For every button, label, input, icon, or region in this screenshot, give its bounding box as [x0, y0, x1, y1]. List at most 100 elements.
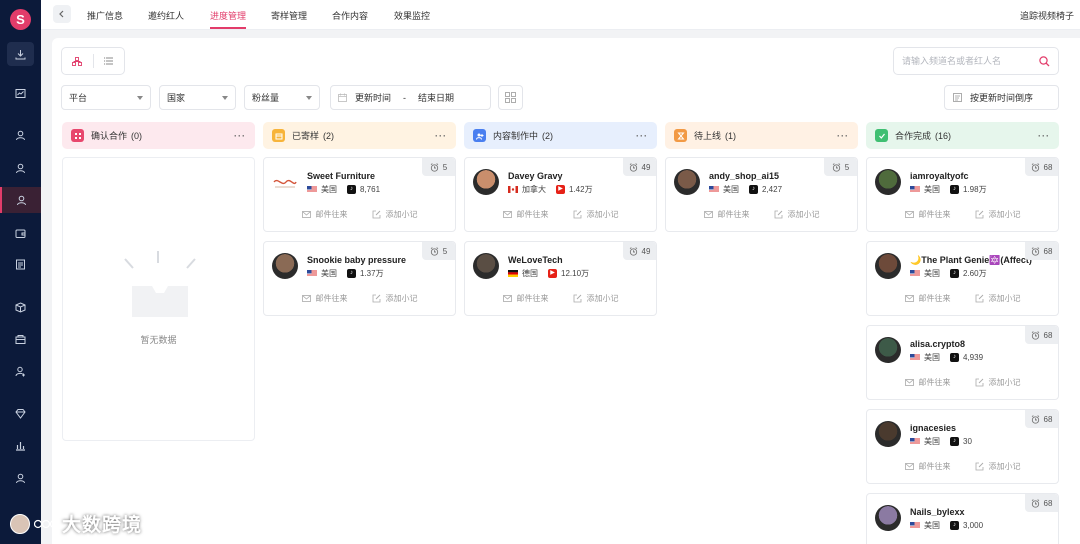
sidebar-item-user-settings[interactable]	[0, 358, 41, 384]
sidebar-item-diamond[interactable]	[0, 400, 41, 426]
column-confirmed: 确认合作 (0) ··· 暂无数据	[62, 122, 255, 441]
influencer-card[interactable]: 🌙The Plant Genie🔯(Affect) 美国 ♪ 2.60万 68 邮件往来 添…	[866, 241, 1059, 316]
mail-history-button[interactable]: 邮件往来	[703, 209, 750, 220]
influencer-card[interactable]: alisa.crypto8 美国 ♪ 4,939 68 邮件往来 添加小记	[866, 325, 1059, 400]
mail-icon	[904, 295, 914, 302]
influencer-card[interactable]: WeLoveTech 德国 ▶ 12.10万 49 邮件往来 添加小记	[464, 241, 657, 316]
sidebar-item-chart[interactable]	[0, 80, 41, 106]
add-note-button[interactable]: 添加小记	[372, 209, 418, 220]
edit-note-icon	[975, 462, 983, 471]
influencer-name[interactable]: WeLoveTech	[508, 255, 563, 265]
reminder-badge[interactable]: 68	[1025, 158, 1058, 176]
tab-collab-content[interactable]: 合作内容	[332, 9, 368, 30]
influencer-name[interactable]: 🌙The Plant Genie🔯(Affect)	[910, 255, 1032, 266]
more-options-icon[interactable]: ···	[435, 131, 447, 141]
back-button[interactable]	[53, 5, 71, 23]
sidebar-item-box[interactable]	[0, 294, 41, 320]
date-range-picker[interactable]: 更新时间 - 结束日期	[330, 85, 491, 110]
sidebar-item-bar-chart[interactable]	[0, 432, 41, 458]
tab-performance-monitor[interactable]: 效果监控	[394, 9, 430, 30]
influencer-card[interactable]: ignacesies 美国 ♪ 30 68 邮件往来 添加小记	[866, 409, 1059, 484]
mail-history-button[interactable]: 邮件往来	[904, 293, 951, 304]
tab-progress-management[interactable]: 进度管理	[210, 9, 247, 30]
column-count: (2)	[542, 130, 554, 141]
add-note-button[interactable]: 添加小记	[975, 461, 1021, 472]
platform-select[interactable]: 平台	[61, 85, 151, 110]
influencer-meta: 加拿大 ▶ 1.42万	[508, 184, 593, 195]
reminder-badge[interactable]: 49	[623, 242, 656, 260]
add-note-button[interactable]: 添加小记	[975, 377, 1021, 388]
reminder-badge[interactable]: 5	[422, 242, 455, 260]
followers-select[interactable]: 粉丝量	[244, 85, 320, 110]
reminder-badge[interactable]: 68	[1025, 242, 1058, 260]
search-icon[interactable]	[1039, 55, 1050, 67]
tab-sample-management[interactable]: 寄样管理	[271, 9, 307, 30]
mail-icon	[502, 295, 512, 302]
influencer-card[interactable]: andy_shop_ai15 美国 ♪ 2,427 5 邮件往来 添加小记	[665, 157, 858, 232]
influencer-card[interactable]: Nails_bylexx美国♪3,00068邮件往来添加小记	[866, 493, 1059, 544]
sidebar-item-download[interactable]	[7, 42, 34, 66]
column-count: (0)	[131, 130, 143, 141]
sidebar-item-user[interactable]	[0, 122, 41, 148]
reminder-badge[interactable]: 49	[623, 158, 656, 176]
add-note-button[interactable]: 添加小记	[975, 209, 1021, 220]
influencer-card[interactable]: Snookie baby pressure 美国 ♪ 1.37万 5 邮件往来 添加小记	[263, 241, 456, 316]
sidebar-item-user[interactable]	[0, 155, 41, 181]
kanban-view-button[interactable]	[62, 56, 93, 66]
mail-history-button[interactable]: 邮件往来	[904, 377, 951, 388]
reminder-badge[interactable]: 68	[1025, 494, 1058, 512]
sidebar-item-user[interactable]	[0, 465, 41, 491]
sidebar-item-document[interactable]	[0, 251, 41, 277]
sort-button[interactable]: 按更新时间倒序	[944, 85, 1059, 110]
sidebar-item-user[interactable]	[0, 187, 41, 213]
add-note-button[interactable]: 添加小记	[372, 293, 418, 304]
influencer-card[interactable]: Davey Gravy 加拿大 ▶ 1.42万 49 邮件往来 添加小记	[464, 157, 657, 232]
tab-promotion-info[interactable]: 推广信息	[87, 9, 123, 30]
mail-history-button[interactable]: 邮件往来	[502, 293, 549, 304]
mail-history-label: 邮件往来	[717, 210, 750, 219]
more-options-icon[interactable]: ···	[636, 131, 648, 141]
app-logo[interactable]: S	[10, 9, 31, 30]
sidebar-item-wallet[interactable]	[0, 220, 41, 246]
more-options-icon[interactable]: ···	[837, 131, 849, 141]
add-note-button[interactable]: 添加小记	[573, 293, 619, 304]
list-view-button[interactable]	[94, 57, 125, 65]
add-note-button[interactable]: 添加小记	[774, 209, 820, 220]
influencer-name[interactable]: Snookie baby pressure	[307, 255, 406, 265]
sidebar-item-package[interactable]	[0, 326, 41, 352]
more-options-icon[interactable]: ···	[1038, 131, 1050, 141]
reminder-badge[interactable]: 68	[1025, 410, 1058, 428]
diamond-icon	[15, 408, 26, 419]
influencer-name[interactable]: iamroyaltyofc	[910, 171, 969, 181]
influencer-card[interactable]: Sweet Furniture 美国 ♪ 8,761 5 邮件往来 添加小记	[263, 157, 456, 232]
mail-history-button[interactable]: 邮件往来	[502, 209, 549, 220]
reminder-badge[interactable]: 5	[422, 158, 455, 176]
mail-history-button[interactable]: 邮件往来	[904, 461, 951, 472]
influencer-name[interactable]: Davey Gravy	[508, 171, 563, 181]
user-name[interactable]: 追踪视频椅子	[1020, 9, 1074, 22]
mail-history-button[interactable]: 邮件往来	[301, 209, 348, 220]
influencer-name[interactable]: Nails_bylexx	[910, 507, 965, 517]
tab-invite-influencers[interactable]: 邀约红人	[148, 9, 184, 30]
mail-history-label: 邮件往来	[918, 462, 951, 471]
end-date-field[interactable]: 结束日期	[418, 91, 454, 104]
add-note-label: 添加小记	[988, 210, 1021, 219]
influencer-name[interactable]: Sweet Furniture	[307, 171, 375, 181]
influencer-card[interactable]: iamroyaltyofc 美国 ♪ 1.98万 68 邮件往来 添加小记	[866, 157, 1059, 232]
influencer-name[interactable]: alisa.crypto8	[910, 339, 965, 349]
mail-history-button[interactable]: 邮件往来	[301, 293, 348, 304]
reminder-badge[interactable]: 5	[824, 158, 857, 176]
more-options-icon[interactable]: ···	[234, 131, 246, 141]
add-note-button[interactable]: 添加小记	[573, 209, 619, 220]
add-note-button[interactable]: 添加小记	[975, 293, 1021, 304]
followers-count: 1.42万	[569, 185, 593, 194]
start-date-field[interactable]: 更新时间	[355, 91, 391, 104]
reminder-badge[interactable]: 68	[1025, 326, 1058, 344]
country-select[interactable]: 国家	[159, 85, 236, 110]
influencer-name[interactable]: andy_shop_ai15	[709, 171, 779, 181]
empty-tray-icon	[124, 251, 196, 317]
mail-history-button[interactable]: 邮件往来	[904, 209, 951, 220]
influencer-name[interactable]: ignacesies	[910, 423, 956, 433]
search-input[interactable]	[902, 56, 1039, 66]
column-settings-button[interactable]	[498, 85, 523, 110]
